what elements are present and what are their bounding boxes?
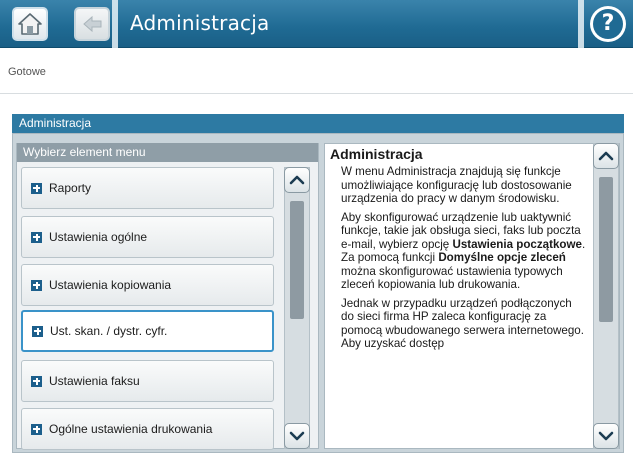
menu-scroll-down-button[interactable] xyxy=(284,423,310,449)
menu-header: Wybierz element menu xyxy=(17,143,318,162)
help-title: Administracja xyxy=(330,146,423,162)
page-title: Administracja xyxy=(130,11,270,35)
plus-icon xyxy=(31,279,42,291)
menu-item-label: Raporty xyxy=(49,181,92,195)
divider xyxy=(0,93,633,94)
help-scroll-thumb[interactable] xyxy=(599,177,613,322)
help-button[interactable]: ? xyxy=(590,6,626,42)
status-text: Gotowe xyxy=(8,66,46,78)
help-text-bold: Domyślne opcje zleceń xyxy=(438,251,566,264)
panel-title: Administracja xyxy=(12,114,624,133)
chevron-down-icon xyxy=(289,431,305,441)
menu-item-ustawienia-kopiowania[interactable]: Ustawienia kopiowania xyxy=(21,264,274,306)
help-scroll-down-button[interactable] xyxy=(593,423,619,449)
menu-item-ustawienia-faksu[interactable]: Ustawienia faksu xyxy=(21,360,274,402)
menu-scroll-thumb[interactable] xyxy=(290,201,304,319)
help-separator xyxy=(578,0,584,48)
menu-item-raporty[interactable]: Raporty xyxy=(21,167,274,209)
chevron-down-icon xyxy=(598,431,614,441)
menu-item-label: Ogólne ustawienia drukowania xyxy=(49,422,213,436)
plus-icon xyxy=(31,375,42,387)
help-paragraph: W menu Administracja znajdują się funkcj… xyxy=(341,165,572,205)
help-text-span: można skonfigurować ustawienia typowych … xyxy=(341,264,563,292)
help-text-bold: Ustawienia początkowe xyxy=(452,237,582,251)
help-paragraph: Jednak w przypadku urządzeń podłączonych… xyxy=(341,296,584,351)
plus-icon xyxy=(31,231,42,243)
help-paragraph: Aby skonfigurować urządzenie lub uaktywn… xyxy=(341,211,587,292)
plus-icon xyxy=(32,325,43,337)
title-separator xyxy=(112,0,118,48)
help-text: W menu Administracja znajdują się funkcj… xyxy=(341,165,587,351)
home-button[interactable] xyxy=(12,7,48,41)
menu-item-ustawienia-ogolne[interactable]: Ustawienia ogólne xyxy=(21,216,274,258)
menu-item-label: Ust. skan. / dystr. cyfr. xyxy=(50,324,168,338)
back-button[interactable] xyxy=(74,7,110,41)
menu-scrollbar[interactable] xyxy=(284,167,310,449)
menu-item-label: Ustawienia kopiowania xyxy=(49,278,172,292)
back-icon xyxy=(83,15,102,33)
menu-item-label: Ustawienia ogólne xyxy=(49,230,148,244)
plus-icon xyxy=(31,423,42,435)
help-scroll-up-button[interactable] xyxy=(593,143,619,169)
menu-item-label: Ustawienia faksu xyxy=(49,374,140,388)
help-content: Administracja W menu Administracja znajd… xyxy=(330,146,592,444)
chevron-up-icon xyxy=(289,175,305,185)
plus-icon xyxy=(31,182,42,194)
help-icon: ? xyxy=(593,9,623,39)
home-icon xyxy=(18,13,42,35)
menu-item-ogolne-ustawienia-drukowania[interactable]: Ogólne ustawienia drukowania xyxy=(21,408,274,450)
top-bar: Administracja ? xyxy=(0,0,633,48)
menu-scroll-up-button[interactable] xyxy=(284,167,310,193)
menu-item-ust-skan-dystr[interactable]: Ust. skan. / dystr. cyfr. xyxy=(21,310,274,352)
help-scrollbar[interactable] xyxy=(593,143,619,449)
chevron-up-icon xyxy=(598,151,614,161)
